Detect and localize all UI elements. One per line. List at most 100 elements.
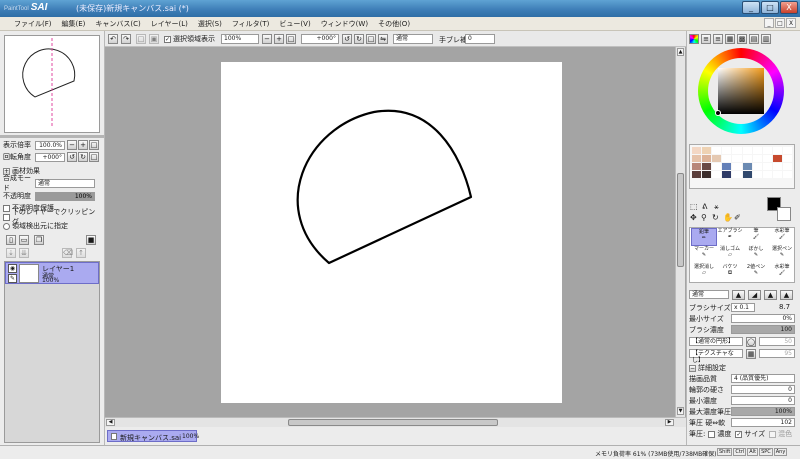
scroll-down-arrow[interactable]: ▼ xyxy=(677,407,684,415)
brush-size-mult[interactable]: x 0.1 xyxy=(731,303,755,312)
mdi-minimize-button[interactable]: _ xyxy=(764,18,774,28)
pressure-blend-checkbox[interactable] xyxy=(769,430,777,438)
rotate-field[interactable]: +000° xyxy=(35,152,65,162)
background-color-swatch[interactable] xyxy=(777,207,791,221)
tool-marker[interactable]: マーカー ✎ xyxy=(691,246,717,264)
navigator-preview[interactable] xyxy=(4,35,100,133)
eye-icon[interactable]: ◉ xyxy=(8,264,17,273)
tool-brush[interactable]: 筆 🖌 xyxy=(743,228,769,246)
menu-canvas[interactable]: キャンバス(C) xyxy=(95,19,140,29)
opacity-slider[interactable]: 100% xyxy=(35,191,95,201)
brush-shape-small-icon[interactable]: ▲ xyxy=(732,289,745,300)
scroll-up-arrow[interactable]: ▲ xyxy=(677,48,684,56)
new-layer-icon[interactable]: ▯ xyxy=(6,235,16,245)
vertical-scrollbar[interactable]: ▲ ▼ xyxy=(675,47,685,417)
min-density-slider[interactable]: 0 xyxy=(731,396,795,405)
toolbar-zoom-reset[interactable]: □ xyxy=(286,34,296,44)
undo-icon[interactable]: ↶ xyxy=(108,34,118,44)
layer-item[interactable]: ◉ ✎ レイヤー1 通常 100% xyxy=(5,262,99,284)
palette-icon[interactable]: ▥ xyxy=(761,34,771,44)
pen-icon[interactable]: ✎ xyxy=(8,274,17,283)
tool-bucket[interactable]: バケツ ⛾ xyxy=(717,264,743,282)
marquee-icon[interactable]: ⬚ xyxy=(690,202,698,211)
min-size-slider[interactable]: 0% xyxy=(731,314,795,323)
preserve-opacity-checkbox[interactable] xyxy=(3,204,10,212)
show-selection-toggle[interactable]: ✓ 選択領域表示 xyxy=(164,34,215,44)
hsv-slider-icon[interactable]: ≡ xyxy=(713,34,723,44)
toolbar-rotate-reset[interactable]: □ xyxy=(366,34,376,44)
rgb-slider-icon[interactable]: ≡ xyxy=(701,34,711,44)
toolbar-zoom-out[interactable]: − xyxy=(262,34,272,44)
max-pressure-slider[interactable]: 100% xyxy=(731,407,795,416)
scratchpad-icon[interactable]: ▤ xyxy=(749,34,759,44)
tool-eraser[interactable]: 消しゴム ▱ xyxy=(717,246,743,264)
redo-icon[interactable]: ↷ xyxy=(121,34,131,44)
hand-icon[interactable]: ✋ xyxy=(723,213,733,222)
menu-filter[interactable]: フィルタ(T) xyxy=(232,19,270,29)
tool-watercolor-2[interactable]: 水彩筆 🖌 xyxy=(769,264,795,282)
menu-other[interactable]: その他(O) xyxy=(378,19,410,29)
toolbar-blend-select[interactable]: 通常 xyxy=(393,34,433,44)
maximize-button[interactable]: □ xyxy=(761,1,779,14)
toolbar-rotate-right[interactable]: ↻ xyxy=(354,34,364,44)
menu-layer[interactable]: レイヤー(L) xyxy=(151,19,188,29)
zoom-out-button[interactable]: − xyxy=(67,140,77,150)
layer-up-icon[interactable]: ↑ xyxy=(76,248,86,258)
merge-all-icon[interactable]: ⇊ xyxy=(19,248,29,258)
zoom-field[interactable]: 100.0% xyxy=(35,140,65,150)
brush-shape-round-icon[interactable]: ◢ xyxy=(748,289,761,300)
pressure-size-checkbox[interactable]: ✓ xyxy=(735,430,743,438)
color-picker-handle[interactable] xyxy=(715,110,721,116)
document-tab[interactable]: 新規キャンバス.sai 100% xyxy=(107,430,199,442)
minimize-button[interactable]: _ xyxy=(742,1,760,14)
toolbar-angle-field[interactable]: +000° xyxy=(301,34,339,44)
edge-slider[interactable]: 0 xyxy=(731,385,795,394)
saturation-value-square[interactable] xyxy=(718,68,764,114)
color-swatches[interactable] xyxy=(689,144,795,189)
pressure-density-checkbox[interactable] xyxy=(708,430,716,438)
horizontal-scroll-thumb[interactable] xyxy=(288,419,498,426)
brush-shape-mid-icon[interactable]: ▲ xyxy=(764,289,777,300)
delete-layer-icon[interactable]: ⌫ xyxy=(62,248,73,258)
menu-file[interactable]: ファイル(F) xyxy=(14,19,52,29)
stabilizer-select[interactable]: 0 xyxy=(465,34,495,44)
eyedropper-icon[interactable]: ✐ xyxy=(734,213,741,222)
color-wheel[interactable] xyxy=(698,48,784,134)
pressure-hard-slider[interactable]: 102 xyxy=(731,418,795,427)
zoom-reset-button[interactable]: □ xyxy=(89,140,99,150)
detail-header[interactable]: − 詳細設定 xyxy=(689,363,797,373)
select-source-row[interactable]: 領域検出元に指定 xyxy=(3,221,100,231)
brush-shape-large-icon[interactable]: ▲ xyxy=(780,289,793,300)
deselect-icon[interactable]: □ xyxy=(136,34,146,44)
horizontal-scrollbar[interactable]: ◀ ▶ xyxy=(105,417,686,427)
texture-amount[interactable]: 95 xyxy=(759,349,795,358)
mdi-maximize-button[interactable]: □ xyxy=(775,18,785,28)
merge-down-icon[interactable]: ⇣ xyxy=(6,248,16,258)
color-wheel-icon[interactable] xyxy=(689,34,699,44)
drawing-canvas[interactable] xyxy=(221,62,562,403)
clear-layer-icon[interactable]: ■ xyxy=(86,235,96,245)
new-folder-icon[interactable]: ▭ xyxy=(19,235,29,245)
vertical-scroll-thumb[interactable] xyxy=(677,173,684,267)
copy-layer-icon[interactable]: ❐ xyxy=(34,235,44,245)
swatch-icon[interactable]: ▩ xyxy=(737,34,747,44)
tool-watercolor[interactable]: 水彩筆 🖌 xyxy=(769,228,795,246)
menu-edit[interactable]: 編集(E) xyxy=(62,19,86,29)
tool-binary-pen[interactable]: 2値ペン ✎ xyxy=(743,264,769,282)
tool-pencil[interactable]: 鉛筆 ✏ xyxy=(691,228,717,246)
tool-airbrush[interactable]: エアブラシ ✒ xyxy=(717,228,743,246)
density-slider[interactable]: 100 xyxy=(731,325,795,334)
scroll-left-arrow[interactable]: ◀ xyxy=(106,419,115,426)
panel-splitter[interactable] xyxy=(0,135,104,138)
tool-blur[interactable]: ぼかし ✎ xyxy=(743,246,769,264)
close-button[interactable]: X xyxy=(780,1,798,14)
mdi-close-button[interactable]: X xyxy=(786,18,796,28)
select-source-radio[interactable] xyxy=(3,222,10,230)
brush-mode-select[interactable]: 通常 xyxy=(689,290,729,299)
tool-select-pen[interactable]: 選択ペン ✎ xyxy=(769,246,795,264)
zoom-icon[interactable]: ⚲ xyxy=(701,213,707,222)
magic-wand-icon[interactable]: ⚹ xyxy=(714,202,719,212)
rotate-reset-button[interactable]: □ xyxy=(89,152,99,162)
menu-window[interactable]: ウィンドウ(W) xyxy=(321,19,368,29)
toolbar-zoom-in[interactable]: + xyxy=(274,34,284,44)
